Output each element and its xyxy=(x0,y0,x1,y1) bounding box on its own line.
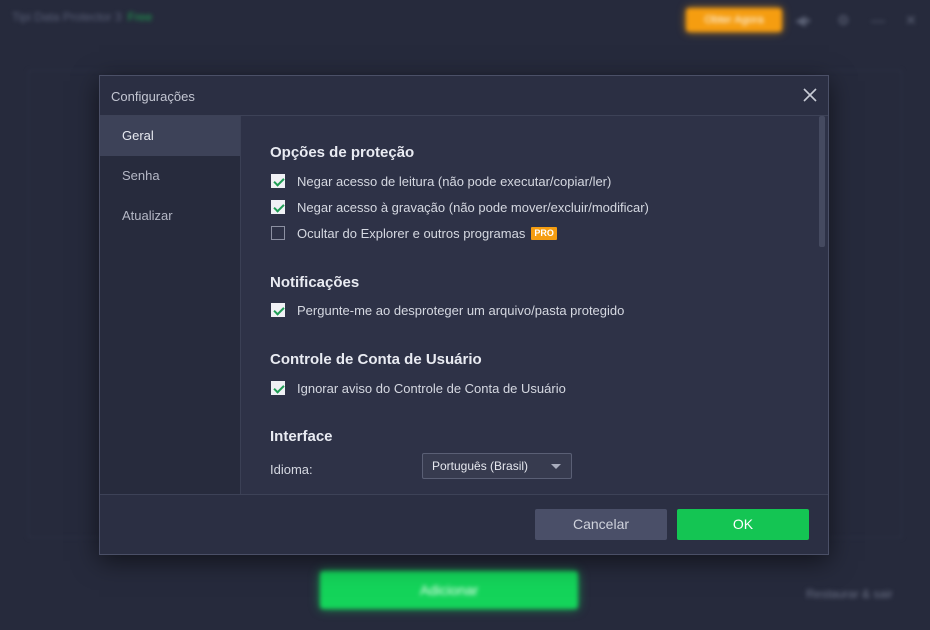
scrollbar[interactable] xyxy=(819,116,827,494)
window-close-icon[interactable]: ✕ xyxy=(905,12,917,29)
option-label: Negar acesso de leitura (não pode execut… xyxy=(297,173,612,189)
settings-dialog: Configurações Geral Senha Atualizar Opçõ… xyxy=(99,75,829,555)
sidebar-item-atualizar[interactable]: Atualizar xyxy=(100,196,240,236)
minimize-icon[interactable]: — xyxy=(871,12,885,28)
app-title: Tipi Data Protector 3 Free xyxy=(12,10,153,24)
settings-icon[interactable]: ⚙ xyxy=(837,12,850,29)
checkbox-deny-write[interactable] xyxy=(271,200,285,214)
checkbox-ignore-uac[interactable] xyxy=(271,381,285,395)
option-label: Ignorar aviso do Controle de Conta de Us… xyxy=(297,380,566,396)
language-value: Português (Brasil) xyxy=(432,459,529,473)
section-title-uac: Controle de Conta de Usuário xyxy=(270,351,482,368)
section-title-interface: Interface xyxy=(270,428,333,445)
restore-exit-link[interactable]: Restaurar & sair xyxy=(806,587,893,601)
checkbox-deny-read[interactable] xyxy=(271,174,285,188)
option-ask-unprotect[interactable]: Pergunte-me ao desproteger um arquivo/pa… xyxy=(271,301,624,319)
checkbox-hide-explorer[interactable] xyxy=(271,226,285,240)
sidebar-item-senha[interactable]: Senha xyxy=(100,156,240,196)
sidebar-item-geral[interactable]: Geral xyxy=(100,116,240,156)
dialog-title: Configurações xyxy=(111,89,195,104)
section-title-notifications: Notificações xyxy=(270,274,360,291)
dialog-header: Configurações xyxy=(100,76,828,116)
pro-badge: PRO xyxy=(531,226,557,240)
cancel-button[interactable]: Cancelar xyxy=(535,509,667,540)
option-label: Negar acesso à gravação (não pode mover/… xyxy=(297,199,649,215)
settings-sidebar: Geral Senha Atualizar xyxy=(100,116,241,494)
checkbox-ask-unprotect[interactable] xyxy=(271,303,285,317)
language-select[interactable]: Português (Brasil) xyxy=(422,453,572,479)
close-icon[interactable] xyxy=(800,86,820,106)
add-button[interactable]: Adicionar xyxy=(320,571,578,609)
option-label: Ocultar do Explorer e outros programas xyxy=(297,225,526,241)
section-title-protection: Opções de proteção xyxy=(270,144,415,161)
edition-label: Free xyxy=(127,10,153,24)
option-label: Pergunte-me ao desproteger um arquivo/pa… xyxy=(297,302,625,318)
close-icon-glyph xyxy=(803,88,817,102)
megaphone-icon[interactable]: ◀▪ xyxy=(795,12,811,29)
option-hide-explorer[interactable]: Ocultar do Explorer e outros programas P… xyxy=(271,224,557,242)
chevron-down-icon xyxy=(551,464,561,469)
dialog-footer: Cancelar OK xyxy=(100,494,828,554)
settings-content: Opções de proteção Negar acesso de leitu… xyxy=(241,116,828,494)
option-deny-read[interactable]: Negar acesso de leitura (não pode execut… xyxy=(271,172,611,190)
option-ignore-uac[interactable]: Ignorar aviso do Controle de Conta de Us… xyxy=(271,379,566,397)
upgrade-button[interactable]: Obter Agora xyxy=(686,8,782,32)
scrollbar-thumb[interactable] xyxy=(819,116,825,247)
language-label: Idioma: xyxy=(270,462,313,477)
option-deny-write[interactable]: Negar acesso à gravação (não pode mover/… xyxy=(271,198,649,216)
ok-button[interactable]: OK xyxy=(677,509,809,540)
